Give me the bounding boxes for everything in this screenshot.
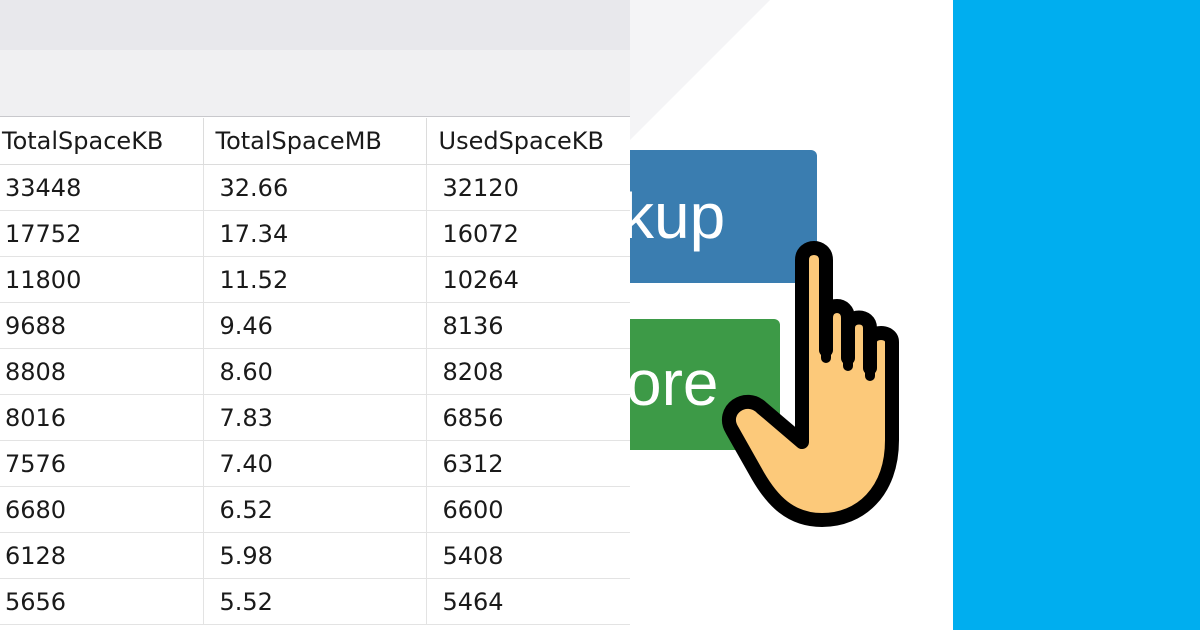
results-toolbar (0, 50, 630, 117)
cell-usedspacekb[interactable]: 5408 (426, 532, 630, 579)
cell-usedspacekb[interactable]: 6312 (426, 440, 630, 487)
cell-usedspacekb[interactable]: 8208 (426, 348, 630, 395)
cell-totalspacemb[interactable]: 11.52 (203, 256, 427, 303)
cell-totalspacekb[interactable]: 6680 (0, 486, 204, 533)
cell-totalspacemb[interactable]: 9.46 (203, 302, 427, 349)
results-grid: TotalSpaceKB TotalSpaceMB UsedSpaceKB 33… (0, 118, 630, 625)
cell-usedspacekb[interactable]: 32120 (426, 164, 630, 211)
cell-usedspacekb[interactable]: 6600 (426, 486, 630, 533)
cell-totalspacemb[interactable]: 5.52 (203, 578, 427, 625)
window-top-bar (0, 0, 630, 50)
cell-totalspacekb[interactable]: 11800 (0, 256, 204, 303)
cell-totalspacekb[interactable]: 6128 (0, 532, 204, 579)
table-row[interactable]: 8016 7.83 6856 (0, 394, 630, 441)
cell-totalspacemb[interactable]: 7.40 (203, 440, 427, 487)
cell-totalspacekb[interactable]: 17752 (0, 210, 204, 257)
cell-usedspacekb[interactable]: 8136 (426, 302, 630, 349)
cell-totalspacemb[interactable]: 7.83 (203, 394, 427, 441)
backup-button-label: kup (630, 180, 726, 252)
table-row[interactable]: 17752 17.34 16072 (0, 210, 630, 257)
cell-totalspacekb[interactable]: 8016 (0, 394, 204, 441)
cell-totalspacemb[interactable]: 17.34 (203, 210, 427, 257)
table-row[interactable]: 6128 5.98 5408 (0, 532, 630, 579)
query-results-panel: TotalSpaceKB TotalSpaceMB UsedSpaceKB 33… (0, 0, 630, 630)
restore-button-label: ore (630, 347, 719, 419)
column-header-totalspacekb[interactable]: TotalSpaceKB (0, 118, 204, 165)
cell-totalspacekb[interactable]: 9688 (0, 302, 204, 349)
background-shade (630, 0, 770, 140)
cell-totalspacemb[interactable]: 32.66 (203, 164, 427, 211)
table-row[interactable]: 6680 6.52 6600 (0, 486, 630, 533)
header-row: TotalSpaceKB TotalSpaceMB UsedSpaceKB (0, 118, 630, 165)
cell-totalspacemb[interactable]: 8.60 (203, 348, 427, 395)
column-header-usedspacekb[interactable]: UsedSpaceKB (426, 118, 630, 165)
table-row[interactable]: 11800 11.52 10264 (0, 256, 630, 303)
table-row[interactable]: 7576 7.40 6312 (0, 440, 630, 487)
cell-totalspacemb[interactable]: 5.98 (203, 532, 427, 579)
cell-totalspacekb[interactable]: 5656 (0, 578, 204, 625)
cell-usedspacekb[interactable]: 6856 (426, 394, 630, 441)
cell-usedspacekb[interactable]: 5464 (426, 578, 630, 625)
table-row[interactable]: 8808 8.60 8208 (0, 348, 630, 395)
cell-totalspacekb[interactable]: 8808 (0, 348, 204, 395)
cell-usedspacekb[interactable]: 16072 (426, 210, 630, 257)
cell-totalspacekb[interactable]: 7576 (0, 440, 204, 487)
table-row[interactable]: 9688 9.46 8136 (0, 302, 630, 349)
table-row[interactable]: 5656 5.52 5464 (0, 578, 630, 625)
pointing-hand-icon (722, 241, 899, 527)
cell-totalspacemb[interactable]: 6.52 (203, 486, 427, 533)
cell-totalspacekb[interactable]: 33448 (0, 164, 204, 211)
table-row[interactable]: 33448 32.66 32120 (0, 164, 630, 211)
column-header-totalspacemb[interactable]: TotalSpaceMB (203, 118, 427, 165)
side-blue-panel (953, 0, 1200, 630)
cell-usedspacekb[interactable]: 10264 (426, 256, 630, 303)
